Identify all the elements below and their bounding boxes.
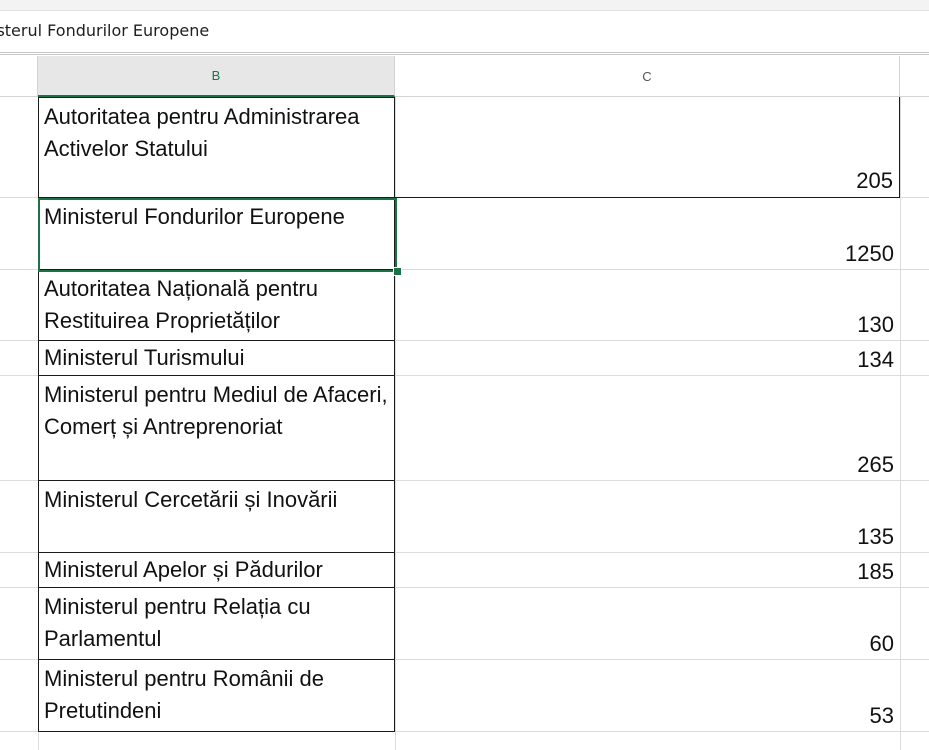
cell-b-ministry[interactable]: Ministerul pentru Relația cu Parlamentul [38,588,395,660]
formula-bar[interactable]: isterul Fondurilor Europene [0,11,929,55]
cell-c-value[interactable]: 205 [395,97,900,198]
table-row: Autoritatea pentru Administrarea Activel… [0,97,929,198]
cell-b-ministry[interactable]: Ministerul Fondurilor Europene [38,198,395,270]
cell-b-ministry[interactable]: Ministerul Apelor și Pădurilor [38,553,395,588]
cell-b-ministry[interactable]: Ministerul pentru Mediul de Afaceri, Com… [38,376,395,481]
cell-b-ministry[interactable]: Ministerul pentru Românii de Pretutinden… [38,660,395,732]
window-top-strip [0,0,929,11]
cell-c-value[interactable]: 265 [395,376,900,481]
sheet-grid: Autoritatea pentru Administrarea Activel… [0,97,929,750]
table-row: Ministerul Cercetării și Inovării 135 [0,481,929,553]
table-row: Autoritatea Națională pentru Restituirea… [0,270,929,341]
formula-bar-text[interactable]: isterul Fondurilor Europene [0,21,209,40]
cell-b-ministry[interactable]: Ministerul Cercetării și Inovării [38,481,395,553]
table-row-empty [0,732,929,750]
column-header-c[interactable]: C [395,56,900,96]
cell-c-value[interactable]: 53 [395,660,900,732]
column-header-b[interactable]: B [38,56,395,97]
cell-b-ministry[interactable]: Ministerul Turismului [38,341,395,376]
table-row: Ministerul pentru Mediul de Afaceri, Com… [0,376,929,481]
cell-b-ministry[interactable]: Autoritatea Națională pentru Restituirea… [38,270,395,341]
cell-c-value[interactable]: 185 [395,553,900,588]
table-row: Ministerul Turismului 134 [0,341,929,376]
table-row: Ministerul Fondurilor Europene 1250 [0,198,929,270]
cell-c-value[interactable]: 130 [395,270,900,341]
column-header-row: B C [0,56,929,97]
cell-c-value[interactable]: 60 [395,588,900,660]
cell-b-ministry[interactable]: Autoritatea pentru Administrarea Activel… [38,97,395,198]
fill-handle[interactable] [393,267,402,276]
cell-c-value[interactable]: 134 [395,341,900,376]
cell-c-value[interactable]: 135 [395,481,900,553]
table-row: Ministerul pentru Relația cu Parlamentul… [0,588,929,660]
table-row: Ministerul Apelor și Pădurilor 185 [0,553,929,588]
cell-c-value[interactable]: 1250 [395,198,900,270]
table-row: Ministerul pentru Românii de Pretutinden… [0,660,929,732]
select-all-corner[interactable] [0,56,38,96]
